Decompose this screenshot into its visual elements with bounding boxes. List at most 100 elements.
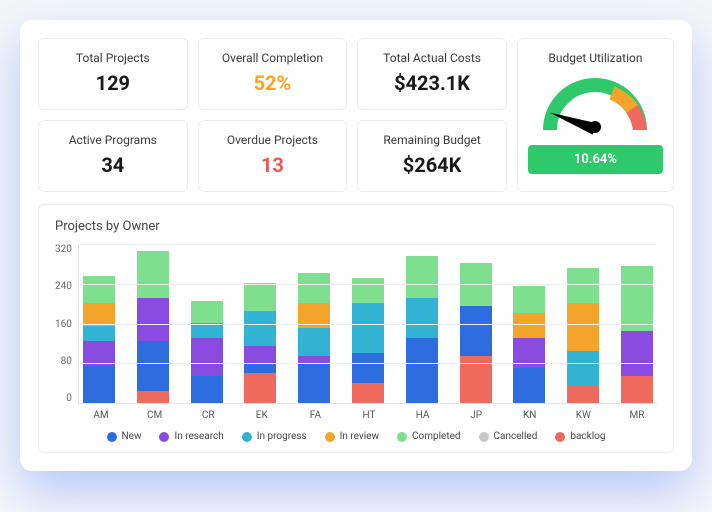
bar-CR[interactable] [191, 301, 223, 404]
segment-in-progress [83, 326, 115, 341]
legend-item-completed[interactable]: Completed [397, 431, 461, 442]
swatch-icon [479, 432, 489, 442]
segment-completed [352, 278, 384, 303]
bar-JP[interactable] [460, 263, 492, 403]
legend-label: backlog [570, 431, 605, 442]
kpi-label: Budget Utilization [548, 51, 642, 65]
bar-KW[interactable] [567, 268, 599, 403]
bar-MR[interactable] [621, 266, 653, 404]
bar-HA[interactable] [406, 256, 438, 404]
segment-new [298, 363, 330, 403]
legend-label: Cancelled [494, 431, 538, 442]
kpi-value: $423.1K [368, 71, 496, 95]
bar-HT[interactable] [352, 278, 384, 403]
legend-label: In research [174, 431, 223, 442]
segment-completed [191, 301, 223, 324]
legend-item-in-review[interactable]: In review [325, 431, 379, 442]
x-tick: KW [567, 410, 599, 421]
segment-in-progress [352, 303, 384, 353]
legend-item-new[interactable]: New [107, 431, 142, 442]
dashboard: Total Projects 129 Overall Completion 52… [20, 20, 692, 471]
kpi-value: 34 [49, 153, 177, 177]
kpi-active-programs: Active Programs 34 [38, 120, 188, 192]
segment-completed [621, 266, 653, 331]
kpi-label: Overdue Projects [209, 133, 337, 147]
kpi-overall-completion: Overall Completion 52% [198, 38, 348, 110]
budget-util-percent: 10.64% [528, 145, 663, 174]
kpi-label: Overall Completion [209, 51, 337, 65]
chart-area: 320240160800 [55, 244, 657, 404]
segment-completed [513, 286, 545, 314]
swatch-icon [555, 432, 565, 442]
kpi-label: Active Programs [49, 133, 177, 147]
segment-new [513, 368, 545, 403]
legend-label: In progress [257, 431, 307, 442]
segment-backlog [460, 356, 492, 404]
segment-new [244, 363, 276, 373]
legend-item-in-research[interactable]: In research [159, 431, 223, 442]
segment-completed [460, 263, 492, 306]
segment-in-research [137, 298, 169, 341]
kpi-label: Total Projects [49, 51, 177, 65]
segment-new [352, 353, 384, 383]
segment-in-review [513, 313, 545, 338]
segment-new [83, 366, 115, 404]
segment-backlog [352, 383, 384, 403]
x-axis: AMCMCREKFAHTHAJPKNKWMR [81, 404, 657, 421]
kpi-value: 129 [49, 71, 177, 95]
kpi-label: Remaining Budget [368, 133, 496, 147]
y-tick: 80 [55, 356, 72, 367]
chart-title: Projects by Owner [55, 219, 657, 234]
kpi-budget-utilization: Budget Utilization 10.64% [517, 38, 674, 192]
segment-backlog [621, 376, 653, 404]
kpi-overdue-projects: Overdue Projects 13 [198, 120, 348, 192]
y-tick: 160 [55, 319, 72, 330]
segment-new [137, 341, 169, 391]
segment-in-research [191, 338, 223, 376]
gauge-hub-icon [589, 121, 601, 133]
segment-in-progress [567, 351, 599, 386]
x-tick: HT [353, 410, 385, 421]
segment-in-review [83, 303, 115, 326]
swatch-icon [107, 432, 117, 442]
segment-in-research [83, 341, 115, 366]
segment-new [191, 376, 223, 404]
segment-completed [137, 251, 169, 299]
swatch-icon [325, 432, 335, 442]
segment-in-progress [191, 323, 223, 338]
segment-in-progress [244, 311, 276, 346]
legend-item-in-progress[interactable]: In progress [242, 431, 307, 442]
kpi-grid: Total Projects 129 Overall Completion 52… [38, 38, 674, 192]
x-tick: MR [621, 410, 653, 421]
bar-AM[interactable] [83, 276, 115, 404]
x-tick: KN [514, 410, 546, 421]
kpi-label: Total Actual Costs [368, 51, 496, 65]
bar-EK[interactable] [244, 283, 276, 403]
gauge [540, 75, 650, 135]
legend-item-cancelled[interactable]: Cancelled [479, 431, 538, 442]
bar-CM[interactable] [137, 251, 169, 404]
segment-in-progress [298, 328, 330, 356]
legend-label: Completed [412, 431, 461, 442]
legend-label: New [122, 431, 142, 442]
x-tick: CM [139, 410, 171, 421]
segment-completed [406, 256, 438, 299]
x-tick: AM [85, 410, 117, 421]
segment-completed [244, 283, 276, 311]
segment-in-research [621, 331, 653, 376]
kpi-value: 13 [209, 153, 337, 177]
chart-projects-by-owner: Projects by Owner 320240160800 AMCMCREKF… [38, 204, 674, 453]
x-tick: CR [192, 410, 224, 421]
bar-KN[interactable] [513, 286, 545, 404]
y-tick: 0 [55, 393, 72, 404]
kpi-value: 52% [209, 71, 337, 95]
x-tick: HA [407, 410, 439, 421]
x-tick: EK [246, 410, 278, 421]
legend-item-backlog[interactable]: backlog [555, 431, 605, 442]
bar-FA[interactable] [298, 273, 330, 403]
kpi-remaining-budget: Remaining Budget $264K [357, 120, 507, 192]
segment-backlog [137, 391, 169, 404]
segment-completed [298, 273, 330, 303]
segment-backlog [567, 386, 599, 404]
kpi-total-projects: Total Projects 129 [38, 38, 188, 110]
